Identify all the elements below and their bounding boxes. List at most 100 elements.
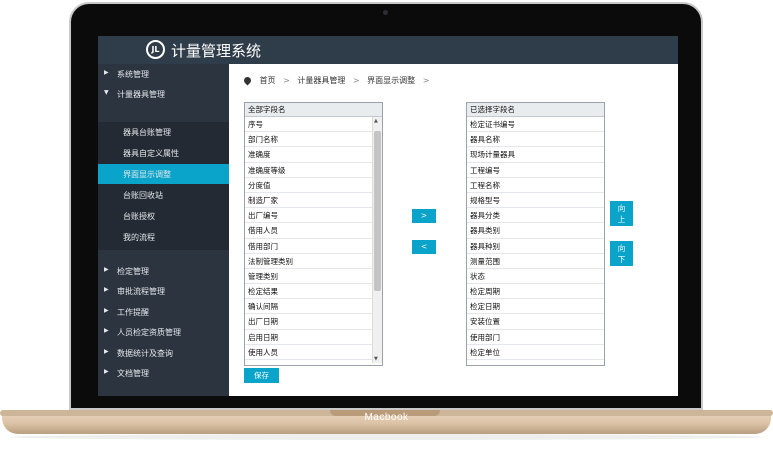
move-up-button[interactable]: 向 上	[610, 201, 633, 226]
sidebar-item-label: 人员检定资质管理	[117, 328, 181, 337]
sidebar-item-label: 工作提醒	[117, 308, 149, 317]
selected-fields-row[interactable]: 工程名称	[467, 178, 604, 193]
selected-fields-row[interactable]: 检定证书编号	[467, 117, 604, 133]
all-fields-row[interactable]: 准确度等级	[245, 163, 382, 178]
selected-fields-header: 已选择字段名	[467, 103, 604, 117]
all-fields-row[interactable]: 管理类别	[245, 269, 382, 285]
scroll-up-icon[interactable]: ▲	[374, 118, 378, 124]
app-header: JL 计量管理系统	[98, 36, 678, 64]
all-fields-row[interactable]: 启用日期	[245, 330, 382, 345]
location-pin-icon	[242, 75, 253, 86]
selected-fields-list[interactable]: 已选择字段名 检定证书编号 器具名称 现场计量器具 工程编号 工程名称 规格型号 器具分类器…	[466, 102, 605, 366]
selected-fields-row[interactable]: 器具分类	[467, 208, 604, 224]
sidebar-item-approval[interactable]: ▶ 审批流程管理	[98, 281, 229, 301]
all-fields-scrollbar[interactable]: ▲ ▼	[372, 117, 382, 363]
all-fields-row[interactable]: 分度值	[245, 178, 382, 193]
sidebar-subitem-recycle-bin[interactable]: 台账回收站	[98, 185, 229, 205]
laptop-shadow	[10, 434, 763, 440]
sidebar-subitem-ledger[interactable]: 器具台账管理	[98, 122, 229, 142]
selected-fields-row[interactable]: 现场计量器具	[467, 147, 604, 163]
sidebar-item-label: 审批流程管理	[117, 287, 165, 296]
sidebar-item-reminders[interactable]: ▶ 工作提醒	[98, 302, 229, 322]
app-logo-icon: JL	[146, 40, 165, 59]
scrollbar-thumb[interactable]	[374, 131, 381, 291]
move-down-label-1: 向	[617, 244, 626, 253]
sidebar-item-verification[interactable]: ▶ 检定管理	[98, 261, 229, 281]
sidebar-item-label: 系统管理	[117, 70, 149, 79]
sidebar-item-statistics[interactable]: ▶ 数据统计及查询	[98, 343, 229, 363]
selected-fields-row[interactable]: 器具类别	[467, 223, 604, 239]
breadcrumb-current: 界面显示调整	[367, 76, 416, 85]
camera-dot	[383, 10, 388, 15]
remove-field-button[interactable]: <	[412, 240, 436, 254]
breadcrumb-home[interactable]: 首页	[260, 76, 276, 85]
all-fields-row[interactable]: 出厂日期	[245, 314, 382, 330]
all-fields-row[interactable]: 制造厂家	[245, 193, 382, 209]
app-window: JL 计量管理系统 ▶ 系统管理 ▼ 计量器具管理 器具台账管理 器具自定义属性…	[98, 36, 678, 396]
all-fields-header: 全部字段名	[245, 103, 382, 117]
selected-fields-rows: 检定证书编号 器具名称 现场计量器具 工程编号 工程名称 规格型号 器具分类 器具类别 器具种别…	[467, 117, 604, 360]
breadcrumb-separator: >	[352, 76, 360, 85]
sidebar-subitem-label: 器具台账管理	[123, 128, 171, 137]
caret-right-icon: ▶	[104, 69, 109, 76]
sidebar-subitem-custom-attributes[interactable]: 器具自定义属性	[98, 143, 229, 163]
caret-right-icon: ▶	[104, 286, 109, 293]
sidebar-item-label: 检定管理	[117, 267, 149, 276]
all-fields-row[interactable]: 序号	[245, 117, 382, 133]
all-fields-row[interactable]: 部门名称	[245, 132, 382, 148]
selected-fields-row[interactable]: 状态	[467, 269, 604, 285]
caret-right-icon: ▶	[104, 307, 109, 314]
all-fields-row[interactable]: 检定结果	[245, 284, 382, 300]
sidebar-item-system[interactable]: ▶ 系统管理	[98, 64, 229, 84]
sidebar-item-instruments[interactable]: ▼ 计量器具管理	[98, 84, 229, 104]
sidebar-item-label: 数据统计及查询	[117, 349, 173, 358]
all-fields-rows: 序号 部门名称 准确度 准确度等级 分度值 制造厂家 出厂编号 借用人员 借用部门 法制管理类别管…	[245, 117, 382, 360]
all-fields-row[interactable]: 使用人员	[245, 345, 382, 360]
sidebar-subitem-label: 器具自定义属性	[123, 149, 179, 158]
sidebar-subitem-authorization[interactable]: 台账授权	[98, 206, 229, 226]
sidebar-subitem-display-settings[interactable]: 界面显示调整	[98, 164, 229, 184]
sidebar-item-documents[interactable]: ▶ 文档管理	[98, 363, 229, 383]
selected-fields-row[interactable]: 测量范围	[467, 254, 604, 269]
breadcrumb-separator: >	[283, 76, 290, 85]
selected-fields-row[interactable]: 工程编号	[467, 163, 604, 178]
breadcrumb: 首页 > 计量器具管理 > 界面显示调整 >	[242, 75, 434, 86]
sidebar-item-qualifications[interactable]: ▶ 人员检定资质管理	[98, 322, 229, 342]
selected-fields-row[interactable]: 规格型号	[467, 193, 604, 209]
laptop-brand: Macbook	[364, 412, 409, 423]
sidebar-subitem-label: 我的流程	[123, 233, 155, 242]
move-down-label-2: 下	[617, 255, 626, 264]
sidebar-item-label: 文档管理	[117, 369, 149, 378]
scroll-down-icon[interactable]: ▼	[374, 356, 378, 362]
all-fields-row[interactable]: 法制管理类别	[245, 254, 382, 269]
breadcrumb-instruments[interactable]: 计量器具管理	[297, 76, 345, 85]
selected-fields-row[interactable]: 检定日期	[467, 299, 604, 315]
all-fields-row[interactable]: 借用人员	[245, 223, 382, 239]
all-fields-row[interactable]: 准确度	[245, 147, 382, 163]
sidebar-submenu: 器具台账管理 器具自定义属性 界面显示调整 台账回收站 台账授权 我的流程	[98, 122, 229, 250]
selected-fields-row[interactable]: 器具名称	[467, 132, 604, 148]
all-fields-row[interactable]: 借用部门	[245, 239, 382, 254]
move-up-label-2: 上	[617, 215, 626, 224]
save-button[interactable]: 保存	[244, 368, 279, 383]
all-fields-row[interactable]: 确认间隔	[245, 299, 382, 315]
sidebar-subitem-label: 台账回收站	[123, 191, 163, 200]
selected-fields-row[interactable]: 器具种别	[467, 239, 604, 254]
caret-right-icon: ▶	[104, 368, 109, 375]
sidebar-subitem-label: 界面显示调整	[123, 170, 171, 179]
selected-fields-row[interactable]: 检定周期	[467, 284, 604, 300]
app-title: 计量管理系统	[171, 42, 262, 60]
selected-fields-row[interactable]: 使用部门	[467, 330, 604, 345]
move-down-button[interactable]: 向 下	[610, 241, 633, 266]
sidebar-subitem-my-workflow[interactable]: 我的流程	[98, 227, 229, 247]
breadcrumb-separator: >	[422, 76, 430, 85]
caret-right-icon: ▶	[104, 327, 109, 334]
all-fields-list[interactable]: 全部字段名 序号 部门名称 准确度 准确度等级 分度值 制造厂家 出厂编号 借用人员 借用部门法…	[244, 102, 383, 366]
sidebar-item-label: 计量器具管理	[117, 90, 165, 99]
all-fields-row[interactable]: 出厂编号	[245, 208, 382, 224]
sidebar-subitem-label: 台账授权	[123, 212, 155, 221]
selected-fields-row[interactable]: 检定单位	[467, 345, 604, 360]
add-field-button[interactable]: >	[412, 209, 436, 223]
selected-fields-row[interactable]: 安装位置	[467, 314, 604, 330]
sidebar: ▶ 系统管理 ▼ 计量器具管理 器具台账管理 器具自定义属性 界面显示调整 台账…	[98, 64, 229, 396]
